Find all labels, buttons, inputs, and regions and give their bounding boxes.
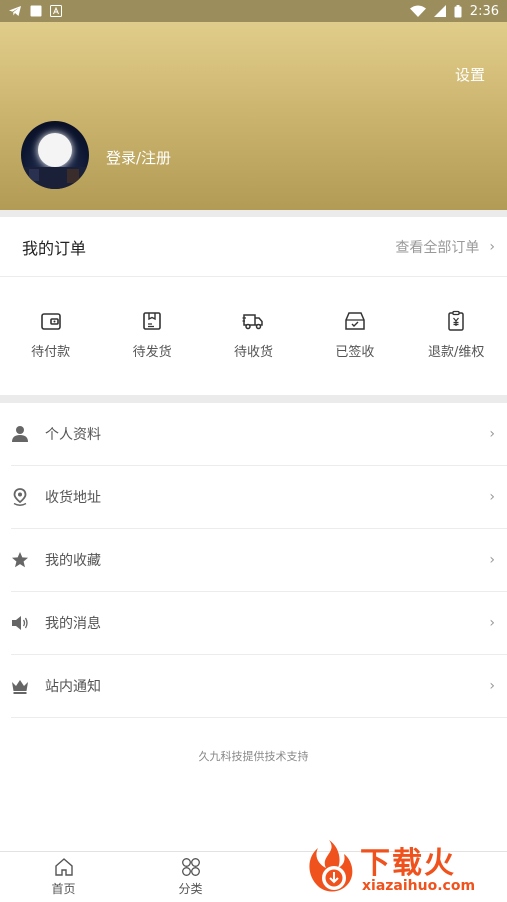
orders-section: 我的订单 查看全部订单 › 待付款 待发货 待收货 已签收 退款/维权 xyxy=(0,217,507,395)
battery-icon xyxy=(454,4,462,17)
signal-icon xyxy=(433,5,446,17)
orders-header: 我的订单 查看全部订单 › xyxy=(0,217,507,277)
chevron-right-icon: › xyxy=(489,615,495,631)
location-pin-icon xyxy=(13,488,27,506)
truck-icon xyxy=(242,314,264,330)
menu-item-label: 收货地址 xyxy=(45,490,101,506)
wifi-icon xyxy=(409,5,426,17)
watermark-title: 下载火 xyxy=(360,846,456,881)
menu-item-profile[interactable]: 个人资料 › xyxy=(11,403,507,466)
status-time: 2:36 xyxy=(469,3,499,19)
tab-category[interactable]: 分类 xyxy=(127,852,254,902)
flame-logo-icon xyxy=(309,840,353,892)
chevron-right-icon: › xyxy=(489,238,495,255)
chevron-right-icon: › xyxy=(489,489,495,505)
profile-header: 设置 登录/注册 xyxy=(0,22,507,210)
tech-support-note: 久九科技提供技术支持 xyxy=(198,750,309,763)
refund-clipboard-icon xyxy=(448,310,464,331)
chevron-right-icon: › xyxy=(489,426,495,442)
app-notification-icon xyxy=(50,5,62,17)
person-icon xyxy=(12,426,28,442)
menu-item-favorites[interactable]: 我的收藏 › xyxy=(11,529,507,592)
xiazaihuo-watermark: 下载火 xiazaihuo.com xyxy=(296,834,506,900)
home-icon xyxy=(54,858,73,876)
settings-button[interactable]: 设置 xyxy=(455,64,485,85)
status-bar: 2:36 xyxy=(0,0,507,22)
chevron-right-icon: › xyxy=(489,678,495,694)
watermark-url: xiazaihuo.com xyxy=(362,878,476,894)
menu-item-label: 个人资料 xyxy=(45,427,101,443)
menu-item-address[interactable]: 收货地址 › xyxy=(11,466,507,529)
speaker-icon xyxy=(12,616,28,630)
order-refund[interactable]: 退款/维权 xyxy=(411,310,501,360)
order-label: 待发货 xyxy=(132,345,172,360)
square-notification-icon xyxy=(30,5,42,17)
order-status-row: 待付款 待发货 待收货 已签收 退款/维权 xyxy=(0,277,507,360)
crown-icon xyxy=(12,680,28,694)
star-icon xyxy=(12,552,28,568)
order-label: 已签收 xyxy=(335,345,375,360)
wallet-icon xyxy=(40,313,61,330)
view-all-orders-label: 查看全部订单 xyxy=(395,239,480,256)
orders-title: 我的订单 xyxy=(22,238,87,258)
order-pending-shipment[interactable]: 待发货 xyxy=(107,310,197,360)
telegram-icon xyxy=(9,6,21,16)
order-label: 待付款 xyxy=(31,345,71,360)
tab-label: 分类 xyxy=(178,882,203,896)
order-label: 待收货 xyxy=(233,345,273,360)
chevron-right-icon: › xyxy=(489,552,495,568)
inbox-check-icon xyxy=(345,312,365,330)
order-pending-receipt[interactable]: 待收货 xyxy=(208,310,298,360)
category-icon xyxy=(181,858,200,876)
menu-item-label: 我的消息 xyxy=(45,616,101,632)
order-pending-payment[interactable]: 待付款 xyxy=(6,310,96,360)
login-register-link[interactable]: 登录/注册 xyxy=(106,147,171,168)
tab-home[interactable]: 首页 xyxy=(0,852,127,902)
order-received[interactable]: 已签收 xyxy=(310,310,400,360)
avatar[interactable] xyxy=(21,121,89,189)
order-label: 退款/维权 xyxy=(428,345,485,360)
view-all-orders-link[interactable]: 查看全部订单 › xyxy=(395,237,495,257)
menu-item-label: 我的收藏 xyxy=(45,553,101,569)
menu-item-notifications[interactable]: 站内通知 › xyxy=(11,655,507,718)
menu-item-label: 站内通知 xyxy=(45,679,101,695)
package-icon xyxy=(143,312,161,330)
settings-menu: 个人资料 › 收货地址 › 我的收藏 › 我的消息 › 站内通知 › 久九科技提… xyxy=(0,403,507,851)
menu-item-messages[interactable]: 我的消息 › xyxy=(11,592,507,655)
tab-label: 首页 xyxy=(51,882,76,896)
